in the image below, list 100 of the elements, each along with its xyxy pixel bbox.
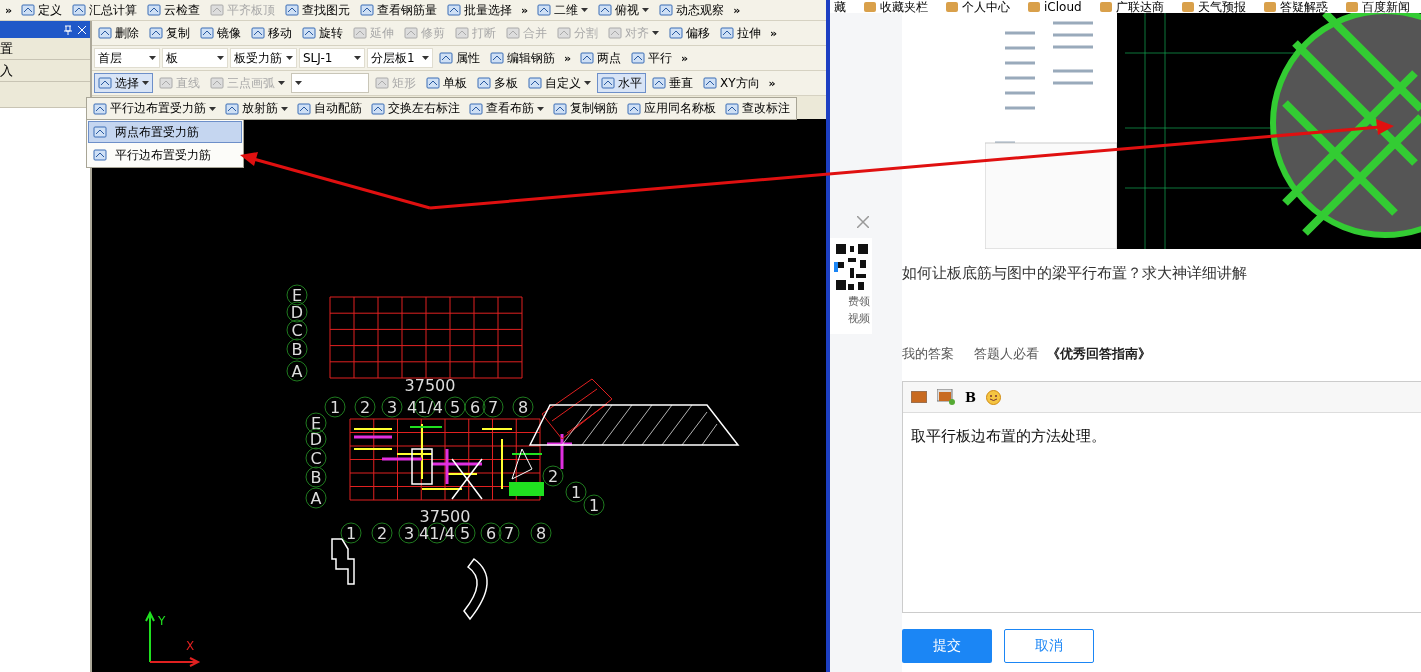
toolbar-button[interactable]: 选择 (94, 73, 153, 93)
toolbar-button[interactable]: 应用同名称板 (623, 98, 720, 119)
tool-icon (251, 26, 265, 40)
axis-marker: 1 (565, 481, 587, 503)
cancel-button[interactable]: 取消 (1004, 629, 1094, 663)
bookmark-link[interactable]: 收藏夹栏 (880, 1, 928, 13)
axis-marker: 1 (583, 494, 605, 516)
axis-marker: D (305, 428, 327, 450)
guide-link[interactable]: 《优秀回答指南》 (1047, 345, 1151, 363)
axis-label: X (186, 639, 195, 653)
image-upload-icon[interactable] (937, 389, 955, 405)
toolbar-button[interactable]: 批量选择 (443, 0, 517, 20)
close-icon[interactable] (857, 216, 869, 228)
bookmark-link[interactable]: 百度新闻 (1361, 1, 1410, 13)
answer-label: 答题人必看 (974, 345, 1039, 363)
bold-button[interactable]: B (965, 389, 976, 405)
toolbar-button[interactable]: 复制 (145, 23, 194, 43)
toolbar-button[interactable]: XY方向 (699, 73, 764, 93)
bookmark-icon (1181, 2, 1194, 12)
toolbar-button[interactable]: 查找图元 (281, 0, 355, 20)
axis-marker: C (286, 319, 308, 341)
toolbar-button[interactable]: 单板 (422, 73, 471, 93)
toolbar-button[interactable]: 查看钢筋量 (356, 0, 442, 20)
bookmark-icon (1099, 2, 1112, 12)
arc-wall-drawing (463, 558, 488, 620)
toolbar-button[interactable]: 自定义 (524, 73, 595, 93)
overflow-button[interactable]: » (767, 26, 781, 40)
overflow-button[interactable]: » (518, 3, 532, 17)
panel-item[interactable]: 置 (0, 38, 90, 60)
answer-label: 我的答案 (902, 345, 954, 363)
axis-marker: C (305, 447, 327, 469)
tool-icon (627, 101, 641, 116)
toolbar-button[interactable]: 动态观察 (655, 0, 729, 20)
overflow-button[interactable]: » (561, 51, 575, 65)
answer-editor[interactable]: B 取平行板边布置的方法处理。 (902, 381, 1421, 613)
overflow-button[interactable]: » (678, 51, 692, 65)
toolbar-button[interactable]: 查改标注 (721, 98, 794, 119)
axis-marker: 8 (512, 396, 534, 418)
tool-icon (426, 76, 440, 90)
caret-icon (354, 56, 361, 60)
toolbar-button[interactable]: 交换左右标注 (367, 98, 464, 119)
bookmark-link[interactable]: 藏 (834, 1, 846, 13)
axis-marker: 2 (542, 465, 564, 487)
tool-icon (353, 26, 367, 40)
panel-item[interactable]: 入 (0, 60, 90, 82)
dropdown-field[interactable]: SLJ-1 (299, 48, 365, 68)
overflow-button[interactable]: » (730, 3, 744, 17)
toolbar-button[interactable]: 删除 (94, 23, 143, 43)
tool-icon (580, 51, 595, 65)
toolbar-button[interactable]: 二维 (533, 0, 593, 20)
dropdown-field[interactable]: 板受力筋 (230, 48, 297, 68)
bookmark-link[interactable]: 个人中心 (962, 1, 1010, 13)
toolbar-button[interactable]: 定义 (17, 0, 67, 20)
dropdown-field[interactable]: 分层板1 (367, 48, 433, 68)
axis-marker: 7 (482, 396, 504, 418)
toolbar-button[interactable]: 多板 (473, 73, 522, 93)
bookmark-link[interactable]: 广联达商 (1115, 1, 1164, 13)
axis-marker: 2 (371, 522, 393, 544)
toolbar-button[interactable]: 复制钢筋 (549, 98, 622, 119)
toolbar-button[interactable]: 水平 (597, 73, 646, 93)
toolbar-button[interactable]: 平行 (627, 48, 677, 68)
toolbar-button[interactable]: 移动 (247, 23, 296, 43)
submit-button[interactable]: 提交 (902, 629, 992, 663)
tool-icon (506, 26, 520, 40)
pin-icon[interactable] (64, 24, 72, 35)
emoji-icon[interactable] (986, 389, 1001, 405)
axis-marker: B (286, 338, 308, 360)
toolbar-button[interactable]: 自动配筋 (293, 98, 366, 119)
menu-item[interactable]: 两点布置受力筋 (88, 121, 242, 143)
toolbar-button[interactable]: 放射筋 (221, 98, 292, 119)
toolbar-button[interactable]: 拉伸 (716, 23, 765, 43)
tool-icon (669, 26, 683, 40)
toolbar-button[interactable]: 偏移 (665, 23, 714, 43)
toolbar-button[interactable]: 镜像 (196, 23, 245, 43)
dropdown-field[interactable]: 首层 (94, 48, 160, 68)
bookmark-link[interactable]: iCloud (1044, 1, 1082, 13)
toolbar-button[interactable]: 云检查 (143, 0, 205, 20)
tool-icon (404, 26, 418, 40)
axis-marker: 5 (454, 522, 476, 544)
answer-text: 取平行板边布置的方法处理。 (910, 426, 1107, 447)
axis-marker: 3 (381, 396, 403, 418)
caret-icon (537, 106, 544, 111)
bookmark-link[interactable]: 天气预报 (1197, 1, 1246, 13)
toolbar-button[interactable]: 属性 (435, 48, 484, 68)
bookmark-link[interactable]: 答疑解惑 (1279, 1, 1328, 13)
toolbar-button[interactable]: 旋转 (298, 23, 347, 43)
toolbar-button[interactable]: 两点 (576, 48, 626, 68)
overflow-button[interactable]: » (765, 76, 779, 90)
toolbar-button[interactable]: 编辑钢筋 (486, 48, 559, 68)
toolbar-button[interactable]: 垂直 (648, 73, 697, 93)
tool-icon (490, 51, 504, 65)
dropdown-field[interactable]: 板 (162, 48, 228, 68)
toolbar-button[interactable]: 查看布筋 (465, 98, 548, 119)
toolbar-button[interactable]: 俯视 (594, 0, 654, 20)
tool-icon (200, 26, 214, 40)
caret-icon (652, 31, 659, 35)
toolbar-button[interactable]: 平行边布置受力筋 (89, 98, 220, 119)
overflow-button[interactable]: » (2, 3, 16, 17)
toolbar-button[interactable]: 汇总计算 (68, 0, 142, 20)
dropdown-field[interactable] (291, 73, 369, 93)
